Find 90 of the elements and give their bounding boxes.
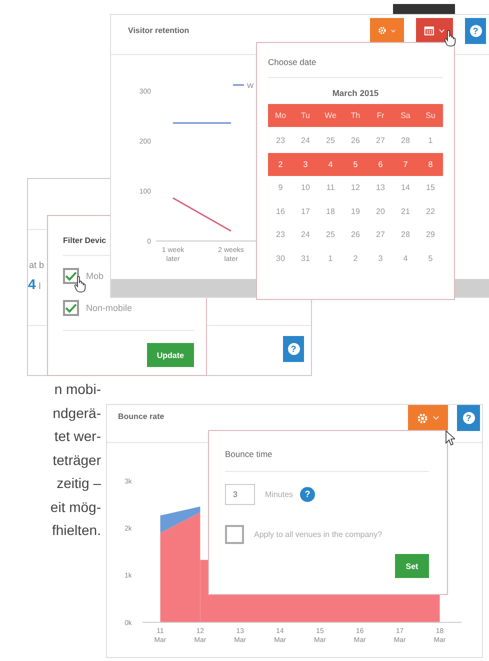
unit-label: Minutes: [265, 490, 294, 499]
panel-title: Visitor retention: [128, 26, 190, 35]
day-cell[interactable]: 1: [318, 254, 343, 262]
day-cell[interactable]: 6: [368, 160, 393, 168]
day-cell[interactable]: 24: [293, 136, 318, 145]
popup-title: Bounce time: [225, 449, 429, 472]
minutes-input[interactable]: 3: [225, 484, 255, 505]
settings-button[interactable]: [408, 405, 448, 431]
settings-button[interactable]: [370, 18, 404, 44]
help-button[interactable]: ?: [465, 18, 486, 44]
checkbox[interactable]: [63, 268, 79, 284]
day-cell[interactable]: 28: [393, 230, 418, 239]
weekday-label: Tu: [300, 111, 312, 120]
article-text: n mobi- ndgerä- tet wer- teträger zeitig – eit mög- fhielten.: [49, 380, 101, 540]
day-cell[interactable]: 2: [343, 254, 368, 262]
tooltip: [393, 4, 455, 14]
day-cell[interactable]: 20: [368, 206, 393, 216]
stat-caption: at b: [28, 260, 46, 270]
help-button[interactable]: ?: [283, 336, 304, 362]
day-cell[interactable]: 13: [368, 183, 393, 192]
caret-icon: [391, 28, 396, 32]
day-cell[interactable]: 17: [293, 206, 318, 216]
panel-title: Bounce rate: [118, 412, 166, 421]
calendar-week[interactable]: 9 10 11 12 13 14 15: [268, 176, 443, 199]
day-cell[interactable]: 27: [368, 230, 393, 239]
day-cell[interactable]: 12: [343, 183, 368, 192]
calendar-week[interactable]: 30 31 1 2 3 4 5: [268, 246, 443, 270]
day-cell[interactable]: 3: [293, 160, 318, 168]
day-cell[interactable]: 1: [418, 136, 443, 145]
weekday-label: Th: [350, 111, 362, 120]
day-cell[interactable]: 25: [318, 136, 343, 145]
day-cell[interactable]: 4: [393, 254, 418, 262]
day-cell[interactable]: 11: [318, 183, 343, 192]
checkbox-label: Non-mobile: [86, 303, 132, 313]
checkbox-label: Mob: [86, 271, 104, 281]
hand-cursor-icon: [74, 276, 86, 293]
day-cell[interactable]: 23: [268, 230, 293, 239]
weekday-label: We: [324, 111, 338, 120]
day-cell[interactable]: 28: [393, 136, 418, 145]
help-icon[interactable]: ?: [300, 487, 316, 502]
checkbox-label: Apply to all venues in the company?: [254, 530, 382, 539]
day-cell[interactable]: 19: [343, 206, 368, 216]
caret-icon: [433, 416, 439, 420]
help-button[interactable]: ?: [457, 405, 480, 431]
weekday-label: Fr: [376, 111, 386, 120]
day-cell[interactable]: 15: [418, 183, 443, 192]
stat-value: 4: [28, 276, 36, 292]
day-cell[interactable]: 31: [293, 254, 318, 262]
day-cell[interactable]: 23: [268, 136, 293, 145]
calendar-week[interactable]: 2 3 4 5 6 7 8: [268, 152, 443, 176]
day-cell[interactable]: 5: [418, 254, 443, 262]
weekday-label: Sa: [400, 111, 412, 120]
day-cell[interactable]: 4: [318, 160, 343, 168]
day-cell[interactable]: 8: [418, 160, 443, 168]
weekday-label: Su: [424, 111, 436, 120]
day-cell[interactable]: 26: [343, 230, 368, 239]
day-cell[interactable]: 24: [293, 230, 318, 239]
day-cell[interactable]: 27: [368, 136, 393, 145]
checkbox[interactable]: [63, 300, 79, 316]
day-cell[interactable]: 25: [318, 230, 343, 239]
month-label: March 2015: [331, 87, 380, 100]
set-button[interactable]: Set: [395, 554, 429, 578]
day-cell[interactable]: 3: [368, 254, 393, 262]
day-cell[interactable]: 30: [268, 254, 293, 262]
day-cell[interactable]: 26: [343, 136, 368, 145]
stat-label: l: [38, 281, 41, 291]
calendar-icon: [424, 25, 434, 36]
day-cell[interactable]: 29: [418, 230, 443, 239]
popup-title: Choose date: [268, 57, 443, 78]
update-button[interactable]: Update: [146, 343, 194, 367]
calendar-week[interactable]: 23 24 25 26 27 28 29: [268, 223, 443, 246]
checkbox[interactable]: [225, 525, 244, 544]
day-cell[interactable]: 5: [343, 160, 368, 168]
gear-icon: [417, 412, 428, 424]
weekday-label: Mo: [274, 111, 288, 120]
day-cell[interactable]: 22: [418, 206, 443, 216]
day-cell[interactable]: 18: [318, 206, 343, 216]
day-cell[interactable]: 9: [268, 183, 293, 192]
day-cell[interactable]: 14: [393, 183, 418, 192]
day-cell[interactable]: 21: [393, 206, 418, 216]
chart-line: [172, 197, 232, 232]
day-cell[interactable]: 7: [393, 160, 418, 168]
day-cell[interactable]: 10: [293, 183, 318, 192]
chart-line: [173, 122, 231, 124]
gear-icon: [378, 25, 386, 36]
day-cell[interactable]: 2: [268, 160, 293, 168]
calendar-week[interactable]: 23 24 25 26 27 28 1: [268, 129, 443, 152]
day-cell[interactable]: 16: [268, 206, 293, 216]
caret-icon: [439, 28, 445, 32]
calendar-week[interactable]: 16 17 18 19 20 21 22: [268, 200, 443, 222]
